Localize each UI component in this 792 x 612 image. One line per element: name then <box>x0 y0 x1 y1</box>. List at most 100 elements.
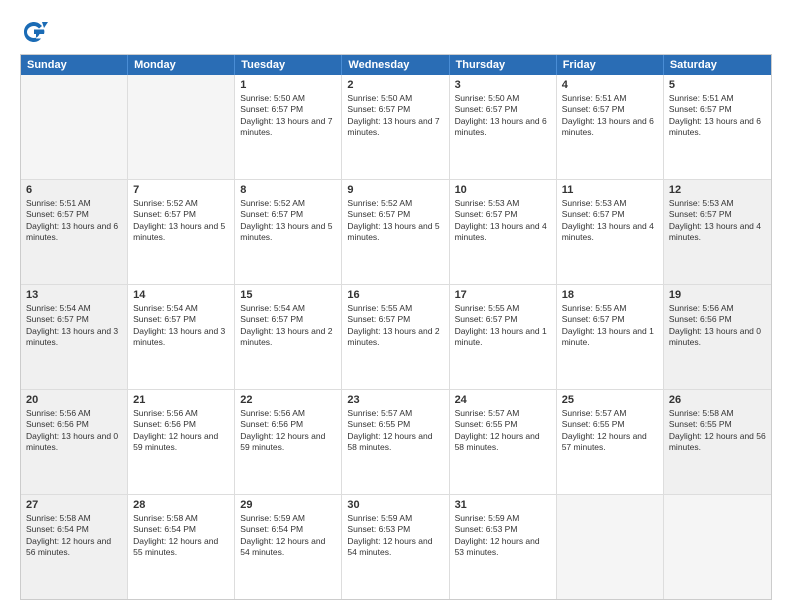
day-detail: Sunrise: 5:55 AMSunset: 6:57 PMDaylight:… <box>455 303 551 349</box>
day-detail: Sunrise: 5:57 AMSunset: 6:55 PMDaylight:… <box>347 408 443 454</box>
day-number: 1 <box>240 79 336 91</box>
day-number: 14 <box>133 289 229 301</box>
calendar-row-4: 20 Sunrise: 5:56 AMSunset: 6:56 PMDayligh… <box>21 389 771 494</box>
day-number: 11 <box>562 184 658 196</box>
calendar-row-1: 1 Sunrise: 5:50 AMSunset: 6:57 PMDaylight… <box>21 75 771 179</box>
day-detail: Sunrise: 5:56 AMSunset: 6:56 PMDaylight:… <box>240 408 336 454</box>
calendar-cell: 19 Sunrise: 5:56 AMSunset: 6:56 PMDayligh… <box>664 285 771 389</box>
day-detail: Sunrise: 5:56 AMSunset: 6:56 PMDaylight:… <box>669 303 766 349</box>
day-detail: Sunrise: 5:58 AMSunset: 6:55 PMDaylight:… <box>669 408 766 454</box>
calendar-cell: 1 Sunrise: 5:50 AMSunset: 6:57 PMDaylight… <box>235 75 342 179</box>
day-detail: Sunrise: 5:59 AMSunset: 6:53 PMDaylight:… <box>347 513 443 559</box>
day-number: 27 <box>26 499 122 511</box>
day-of-week-monday: Monday <box>128 55 235 75</box>
day-number: 2 <box>347 79 443 91</box>
day-detail: Sunrise: 5:53 AMSunset: 6:57 PMDaylight:… <box>562 198 658 244</box>
day-detail: Sunrise: 5:57 AMSunset: 6:55 PMDaylight:… <box>455 408 551 454</box>
day-detail: Sunrise: 5:53 AMSunset: 6:57 PMDaylight:… <box>455 198 551 244</box>
calendar-row-2: 6Sunrise: 5:51 AMSunset: 6:57 PMDaylight… <box>21 179 771 284</box>
day-detail: Sunrise: 5:52 AMSunset: 6:57 PMDaylight:… <box>240 198 336 244</box>
day-detail: Sunrise: 5:56 AMSunset: 6:56 PMDaylight:… <box>26 408 122 454</box>
day-number: 15 <box>240 289 336 301</box>
calendar-cell: 31Sunrise: 5:59 AMSunset: 6:53 PMDayligh… <box>450 495 557 599</box>
day-detail: Sunrise: 5:51 AMSunset: 6:57 PMDaylight:… <box>669 93 766 139</box>
day-number: 24 <box>455 394 551 406</box>
day-number: 26 <box>669 394 766 406</box>
day-number: 8 <box>240 184 336 196</box>
day-detail: Sunrise: 5:52 AMSunset: 6:57 PMDaylight:… <box>133 198 229 244</box>
calendar-cell: 2 Sunrise: 5:50 AMSunset: 6:57 PMDaylight… <box>342 75 449 179</box>
calendar-cell: 7 Sunrise: 5:52 AMSunset: 6:57 PMDaylight… <box>128 180 235 284</box>
day-detail: Sunrise: 5:50 AMSunset: 6:57 PMDaylight:… <box>455 93 551 139</box>
logo <box>20 18 52 46</box>
calendar-cell: 28 Sunrise: 5:58 AMSunset: 6:54 PMDayligh… <box>128 495 235 599</box>
day-detail: Sunrise: 5:57 AMSunset: 6:55 PMDaylight:… <box>562 408 658 454</box>
day-number: 23 <box>347 394 443 406</box>
day-number: 13 <box>26 289 122 301</box>
header <box>20 18 772 46</box>
day-of-week-tuesday: Tuesday <box>235 55 342 75</box>
calendar-cell: 11 Sunrise: 5:53 AMSunset: 6:57 PMDayligh… <box>557 180 664 284</box>
calendar-cell: 8 Sunrise: 5:52 AMSunset: 6:57 PMDaylight… <box>235 180 342 284</box>
calendar-cell: 17 Sunrise: 5:55 AMSunset: 6:57 PMDayligh… <box>450 285 557 389</box>
calendar-cell <box>21 75 128 179</box>
day-detail: Sunrise: 5:54 AMSunset: 6:57 PMDaylight:… <box>133 303 229 349</box>
calendar-cell: 18 Sunrise: 5:55 AMSunset: 6:57 PMDayligh… <box>557 285 664 389</box>
day-number: 5 <box>669 79 766 91</box>
calendar-row-3: 13 Sunrise: 5:54 AMSunset: 6:57 PMDayligh… <box>21 284 771 389</box>
day-number: 17 <box>455 289 551 301</box>
day-number: 30 <box>347 499 443 511</box>
day-of-week-saturday: Saturday <box>664 55 771 75</box>
day-number: 22 <box>240 394 336 406</box>
calendar-cell: 3Sunrise: 5:50 AMSunset: 6:57 PMDaylight… <box>450 75 557 179</box>
day-detail: Sunrise: 5:58 AMSunset: 6:54 PMDaylight:… <box>133 513 229 559</box>
day-detail: Sunrise: 5:59 AMSunset: 6:53 PMDaylight:… <box>455 513 551 559</box>
day-of-week-thursday: Thursday <box>450 55 557 75</box>
day-detail: Sunrise: 5:51 AMSunset: 6:57 PMDaylight:… <box>26 198 122 244</box>
calendar-cell: 27 Sunrise: 5:58 AMSunset: 6:54 PMDayligh… <box>21 495 128 599</box>
page: SundayMondayTuesdayWednesdayThursdayFrid… <box>0 0 792 612</box>
day-number: 20 <box>26 394 122 406</box>
day-number: 25 <box>562 394 658 406</box>
day-detail: Sunrise: 5:56 AMSunset: 6:56 PMDaylight:… <box>133 408 229 454</box>
calendar-cell: 10 Sunrise: 5:53 AMSunset: 6:57 PMDayligh… <box>450 180 557 284</box>
calendar-cell: 24 Sunrise: 5:57 AMSunset: 6:55 PMDayligh… <box>450 390 557 494</box>
calendar-cell: 5 Sunrise: 5:51 AMSunset: 6:57 PMDaylight… <box>664 75 771 179</box>
day-number: 21 <box>133 394 229 406</box>
day-number: 4 <box>562 79 658 91</box>
calendar-cell: 13 Sunrise: 5:54 AMSunset: 6:57 PMDayligh… <box>21 285 128 389</box>
day-of-week-sunday: Sunday <box>21 55 128 75</box>
calendar-cell <box>128 75 235 179</box>
day-detail: Sunrise: 5:54 AMSunset: 6:57 PMDaylight:… <box>26 303 122 349</box>
calendar-row-5: 27 Sunrise: 5:58 AMSunset: 6:54 PMDayligh… <box>21 494 771 599</box>
day-number: 29 <box>240 499 336 511</box>
day-detail: Sunrise: 5:51 AMSunset: 6:57 PMDaylight:… <box>562 93 658 139</box>
calendar: SundayMondayTuesdayWednesdayThursdayFrid… <box>20 54 772 600</box>
day-number: 12 <box>669 184 766 196</box>
calendar-cell: 16 Sunrise: 5:55 AMSunset: 6:57 PMDayligh… <box>342 285 449 389</box>
calendar-cell: 14 Sunrise: 5:54 AMSunset: 6:57 PMDayligh… <box>128 285 235 389</box>
calendar-cell: 15Sunrise: 5:54 AMSunset: 6:57 PMDayligh… <box>235 285 342 389</box>
day-number: 19 <box>669 289 766 301</box>
day-number: 10 <box>455 184 551 196</box>
day-detail: Sunrise: 5:52 AMSunset: 6:57 PMDaylight:… <box>347 198 443 244</box>
logo-icon <box>20 18 48 46</box>
calendar-cell: 22 Sunrise: 5:56 AMSunset: 6:56 PMDayligh… <box>235 390 342 494</box>
day-detail: Sunrise: 5:58 AMSunset: 6:54 PMDaylight:… <box>26 513 122 559</box>
day-detail: Sunrise: 5:59 AMSunset: 6:54 PMDaylight:… <box>240 513 336 559</box>
day-number: 28 <box>133 499 229 511</box>
day-detail: Sunrise: 5:50 AMSunset: 6:57 PMDaylight:… <box>347 93 443 139</box>
day-detail: Sunrise: 5:50 AMSunset: 6:57 PMDaylight:… <box>240 93 336 139</box>
day-number: 7 <box>133 184 229 196</box>
calendar-cell: 12Sunrise: 5:53 AMSunset: 6:57 PMDayligh… <box>664 180 771 284</box>
calendar-cell <box>664 495 771 599</box>
calendar-cell: 25 Sunrise: 5:57 AMSunset: 6:55 PMDayligh… <box>557 390 664 494</box>
day-detail: Sunrise: 5:55 AMSunset: 6:57 PMDaylight:… <box>347 303 443 349</box>
calendar-cell: 21 Sunrise: 5:56 AMSunset: 6:56 PMDayligh… <box>128 390 235 494</box>
day-number: 18 <box>562 289 658 301</box>
day-detail: Sunrise: 5:55 AMSunset: 6:57 PMDaylight:… <box>562 303 658 349</box>
day-number: 16 <box>347 289 443 301</box>
calendar-cell <box>557 495 664 599</box>
day-of-week-wednesday: Wednesday <box>342 55 449 75</box>
calendar-cell: 26 Sunrise: 5:58 AMSunset: 6:55 PMDayligh… <box>664 390 771 494</box>
